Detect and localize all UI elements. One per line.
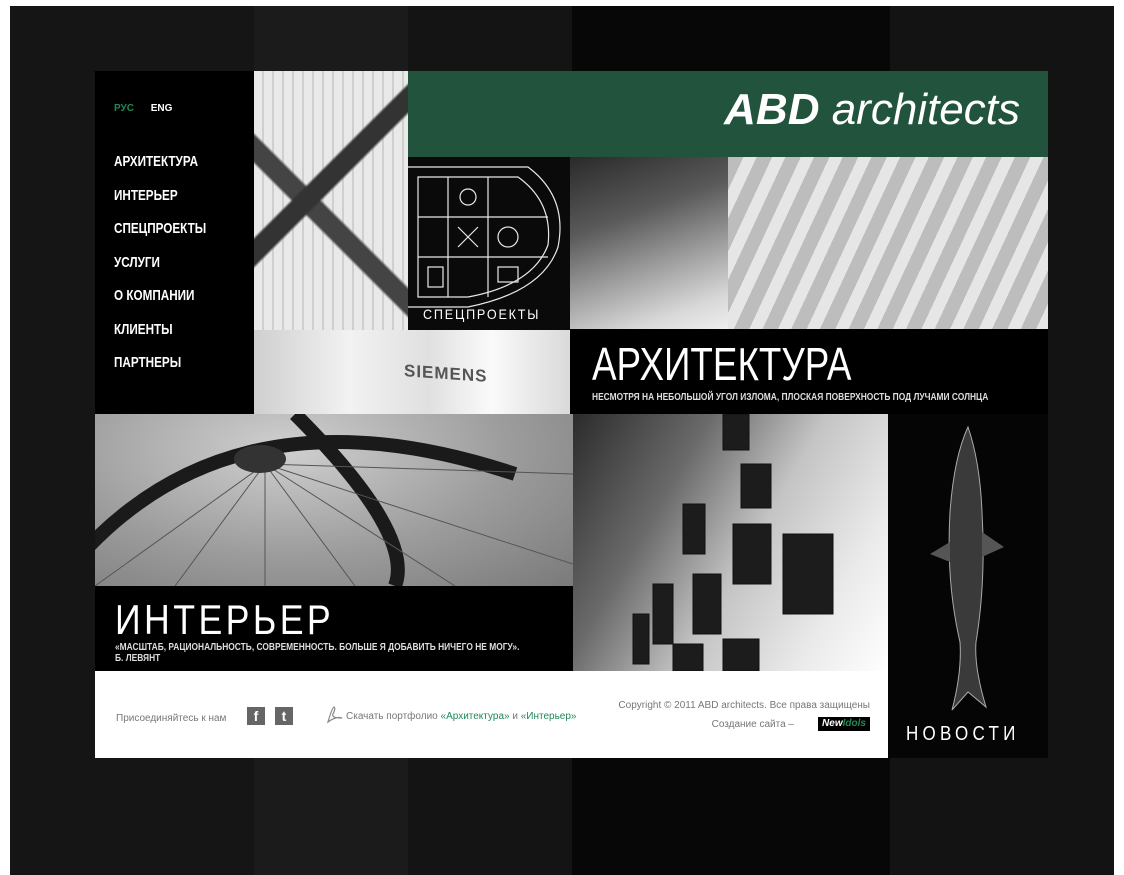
language-switcher: РУС ENG	[114, 103, 186, 114]
nav-item-about[interactable]: О КОМПАНИИ	[114, 279, 206, 313]
footer: Присоединяйтесь к нам f t Скачать портфо…	[95, 671, 888, 758]
news-label: НОВОСТИ	[906, 723, 1020, 745]
site-logo[interactable]: ABD architects	[724, 85, 1020, 135]
blueprint-drawing	[408, 166, 561, 308]
sidebar: РУС ENG АРХИТЕКТУРА ИНТЕРЬЕР СПЕЦПРОЕКТЫ…	[95, 71, 254, 414]
architecture-title: АРХИТЕКТУРА	[592, 338, 852, 390]
studio-name-new: New	[822, 718, 843, 729]
nav-item-clients[interactable]: КЛИЕНТЫ	[114, 313, 206, 347]
twitter-icon[interactable]: t	[275, 707, 293, 725]
nav-item-special-projects[interactable]: СПЕЦПРОЕКТЫ	[114, 212, 206, 246]
download-interior-link[interactable]: «Интерьер»	[521, 711, 577, 722]
siemens-logo: SIEMENS	[404, 361, 488, 386]
pdf-icon	[326, 706, 343, 724]
newidols-badge[interactable]: NewIdols	[818, 717, 870, 731]
main-nav: АРХИТЕКТУРА ИНТЕРЬЕР СПЕЦПРОЕКТЫ УСЛУГИ …	[114, 145, 232, 380]
siemens-office-photo: SIEMENS	[254, 330, 571, 414]
logo-bold: ABD	[724, 85, 820, 134]
special-projects-label: СПЕЦПРОЕКТЫ	[423, 306, 541, 322]
lang-ru-link[interactable]: РУС	[114, 103, 134, 114]
download-architecture-link[interactable]: «Архитектура»	[441, 711, 510, 722]
fish-illustration	[930, 425, 1004, 711]
architecture-photo-aerial	[570, 157, 728, 329]
copyright-text: Copyright © 2011 ABD architects. Все пра…	[618, 700, 870, 711]
left-edge	[0, 0, 10, 875]
interior-dome-drawing	[95, 414, 573, 586]
nav-item-services[interactable]: УСЛУГИ	[114, 246, 206, 280]
logo-light: architects	[831, 85, 1020, 134]
nav-item-interior[interactable]: ИНТЕРЬЕР	[114, 179, 206, 213]
download-portfolio: Скачать портфолио «Архитектура» и «Интер…	[346, 711, 577, 722]
download-prefix: Скачать портфолио	[346, 711, 438, 722]
nav-item-partners[interactable]: ПАРТНЕРЫ	[114, 346, 206, 380]
architecture-subtitle: НЕСМОТРЯ НА НЕБОЛЬШОЙ УГОЛ ИЗЛОМА, ПЛОСК…	[592, 391, 989, 403]
special-projects-tile[interactable]: СПЕЦПРОЕКТЫ	[408, 157, 570, 330]
right-edge	[1114, 0, 1124, 875]
download-conj: и	[512, 711, 518, 722]
site-container: РУС ENG АРХИТЕКТУРА ИНТЕРЬЕР СПЕЦПРОЕКТЫ…	[95, 71, 1048, 758]
architecture-photo-model	[728, 157, 1048, 329]
lang-en-link[interactable]: ENG	[151, 103, 173, 114]
news-tile[interactable]: НОВОСТИ	[888, 414, 1048, 758]
brand-header[interactable]: ABD architects	[408, 71, 1048, 157]
interior-title: ИНТЕРЬЕР	[115, 596, 335, 643]
interior-photo	[95, 414, 573, 586]
top-edge	[0, 0, 1124, 6]
architecture-tile[interactable]: АРХИТЕКТУРА НЕСМОТРЯ НА НЕБОЛЬШОЙ УГОЛ И…	[570, 329, 1048, 414]
interior-quote-author: Б. ЛЕВЯНТ	[115, 652, 161, 664]
interior-quote: «МАСШТАБ, РАЦИОНАЛЬНОСТЬ, СОВРЕМЕННОСТЬ.…	[115, 642, 519, 664]
escalator-photo	[254, 71, 408, 330]
interior-quote-text: «МАСШТАБ, РАЦИОНАЛЬНОСТЬ, СОВРЕМЕННОСТЬ.…	[115, 641, 520, 653]
made-by-text: Создание сайта –	[711, 719, 794, 730]
join-us-text: Присоединяйтесь к нам	[116, 713, 227, 724]
nav-item-architecture[interactable]: АРХИТЕКТУРА	[114, 145, 206, 179]
studio-name-idols: Idols	[842, 718, 866, 729]
facebook-icon[interactable]: f	[247, 707, 265, 725]
facade-drawing	[632, 414, 834, 671]
interior-tile[interactable]: ИНТЕРЬЕР «МАСШТАБ, РАЦИОНАЛЬНОСТЬ, СОВРЕ…	[95, 586, 573, 671]
glass-building-photo	[573, 414, 888, 671]
